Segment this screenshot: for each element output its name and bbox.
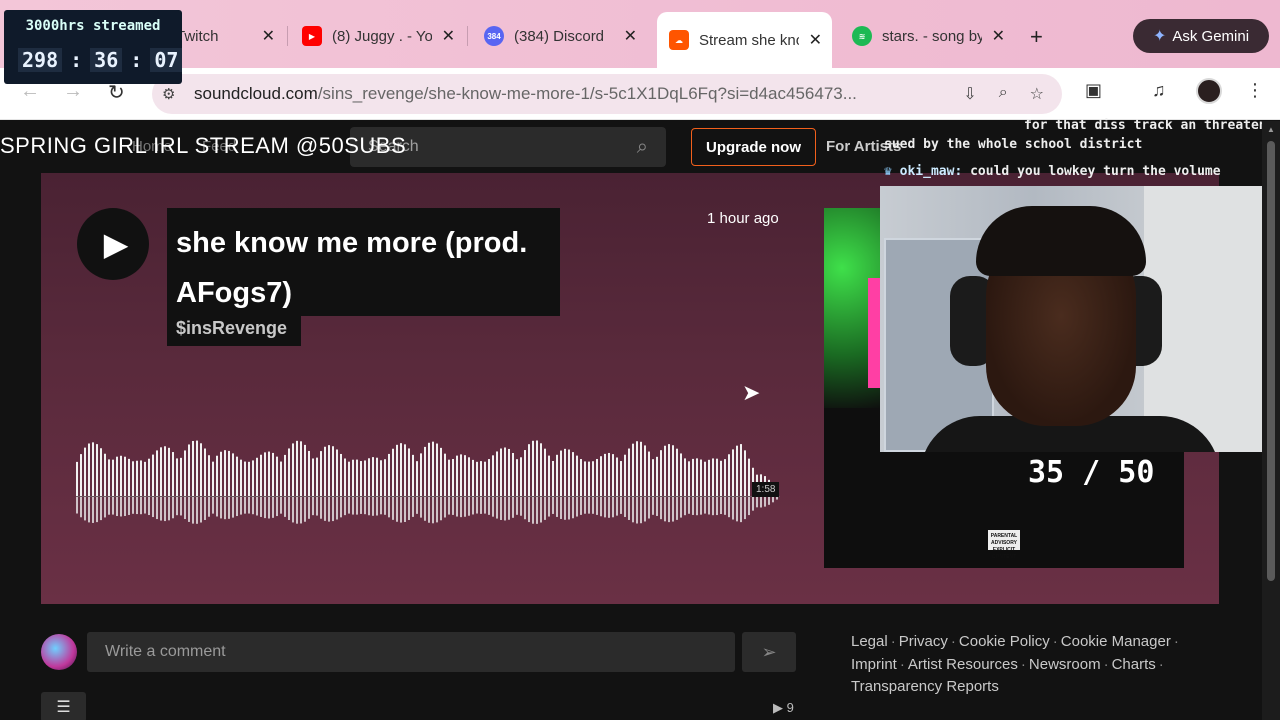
tab-soundcloud[interactable]: ☁ Stream she know me more ✕ [657, 12, 832, 68]
stream-timer-overlay: 3000hrs streamed 298 : 36 : 07 [4, 10, 183, 84]
footer-link-newsroom[interactable]: Newsroom [1029, 656, 1101, 673]
send-comment-button[interactable]: ➢ [742, 632, 796, 672]
more-menu-icon[interactable]: ⋮ [1246, 80, 1264, 101]
new-tab-button[interactable]: + [1030, 24, 1043, 50]
upgrade-button[interactable]: Upgrade now [691, 128, 816, 166]
youtube-icon: ▶ [302, 26, 322, 46]
webcam-feed [880, 186, 1264, 452]
scroll-up-icon[interactable]: ▲ [1267, 125, 1275, 134]
gemini-sparkle-icon: ✦ [1152, 28, 1167, 45]
media-controls-icon[interactable]: ♫ [1152, 80, 1166, 101]
waveform[interactable] [76, 420, 780, 532]
browser-toolbar: ← → ↻ ⚙ soundcloud.com /sins_revenge/she… [0, 68, 1280, 120]
url-host: soundcloud.com [194, 84, 318, 103]
user-avatar [41, 634, 77, 670]
chat-badge-icon: ♛ [884, 164, 892, 179]
close-icon[interactable]: ✕ [624, 26, 637, 46]
chat-message: for that diss track an threaten [1024, 118, 1267, 133]
tab-discord[interactable]: 384 (384) Discord ✕ [472, 14, 647, 58]
timer-seconds: 07 [150, 48, 183, 72]
queue-icon: ☰ [56, 699, 71, 716]
tab-spotify[interactable]: ≋ stars. - song by ✕ [840, 14, 1015, 58]
artist-link[interactable]: $insRevenge [176, 318, 287, 339]
mouse-cursor-icon: ➤ [742, 380, 761, 405]
timer-minutes: 36 [90, 48, 123, 72]
posted-time: 1 hour ago [707, 210, 779, 227]
soundcloud-icon: ☁ [669, 30, 689, 50]
queue-button[interactable]: ☰ [41, 692, 86, 720]
gemini-label: Ask Gemini [1172, 27, 1250, 45]
sub-goal-counter: 35 / 50 [1028, 455, 1155, 490]
footer-link-imprint[interactable]: Imprint [851, 656, 897, 673]
footer-link-transparency[interactable]: Transparency Reports [851, 678, 999, 695]
footer-links: Legal · Privacy · Cookie Policy · Cookie Manag… [851, 633, 1179, 695]
bookmark-star-icon[interactable]: ☆ [1030, 84, 1044, 104]
chat-text: for that diss track an threaten [1024, 118, 1267, 133]
scroll-thumb[interactable] [1267, 141, 1275, 581]
chat-text: sued by the whole school district [884, 137, 1143, 152]
tab-title: (8) Juggy . - YouTube [332, 27, 432, 45]
close-icon[interactable]: ✕ [262, 26, 275, 46]
tab-search-icon[interactable]: ▣ [1085, 80, 1102, 101]
profile-avatar[interactable] [1196, 78, 1222, 104]
footer-link-cookie-manager[interactable]: Cookie Manager [1061, 633, 1171, 650]
close-icon[interactable]: ✕ [992, 26, 1005, 46]
play-button[interactable]: ▶ [77, 208, 149, 280]
install-icon[interactable]: ⇩ [963, 84, 976, 104]
send-icon: ➢ [761, 641, 777, 662]
chat-message: ♛ oki_maw: could you lowkey turn the vol… [884, 164, 1221, 179]
timer-label: 3000hrs streamed [25, 18, 161, 34]
site-info-icon[interactable]: ⚙ [162, 85, 194, 103]
close-icon[interactable]: ✕ [442, 26, 455, 46]
footer-link-cookie-policy[interactable]: Cookie Policy [959, 633, 1050, 650]
close-icon[interactable]: ✕ [809, 30, 822, 50]
page-scrollbar[interactable]: ▲ [1262, 121, 1280, 720]
address-bar[interactable]: ⚙ soundcloud.com /sins_revenge/she-know-… [152, 74, 1062, 114]
stream-title-overlay: SPRING GIRL IRL STREAM @50SUBS [0, 133, 407, 158]
tab-title: stars. - song by [882, 27, 982, 45]
tab-title: Stream she know me more [699, 31, 799, 49]
play-count-value: 9 [786, 700, 794, 715]
chat-overlay: for that diss track an threaten sued by … [880, 116, 1267, 190]
footer-link-charts[interactable]: Charts [1112, 656, 1156, 673]
chat-user: oki_maw: [899, 164, 963, 179]
search-icon[interactable]: ⌕ [637, 136, 648, 159]
timer-hours: 298 [18, 48, 63, 72]
chat-text: could you lowkey turn the volume [970, 164, 1221, 179]
ask-gemini-button[interactable]: ✦ Ask Gemini [1133, 19, 1269, 53]
comment-placeholder: Write a comment [105, 643, 226, 660]
discord-icon: 384 [484, 26, 504, 46]
tab-youtube[interactable]: ▶ (8) Juggy . - YouTube ✕ [290, 14, 465, 58]
footer-link-artist-resources[interactable]: Artist Resources [908, 656, 1018, 673]
footer-link-privacy[interactable]: Privacy [899, 633, 948, 650]
track-duration: 1:58 [752, 482, 780, 497]
footer-link-legal[interactable]: Legal [851, 633, 888, 650]
tab-title: Twitch [176, 27, 219, 45]
play-count-icon: ▶ [773, 700, 783, 715]
play-count: ▶ 9 [773, 700, 794, 716]
tab-title: (384) Discord [514, 27, 605, 45]
parental-advisory-label: PARENTAL ADVISORY EXPLICIT CONTENT [988, 530, 1020, 560]
chat-message: sued by the whole school district [884, 137, 1142, 152]
zoom-icon[interactable]: ⌕ [999, 84, 1008, 104]
comment-input[interactable]: Write a comment [87, 632, 735, 672]
spotify-icon: ≋ [852, 26, 872, 46]
play-icon: ▶ [103, 226, 129, 262]
track-title: she know me more (prod. AFogs7) [176, 227, 528, 309]
timer-digits: 298 : 36 : 07 [18, 48, 183, 72]
url-path: /sins_revenge/she-know-me-more-1/s-5c1X1… [317, 84, 857, 103]
browser-tab-strip: Twitch ✕ ▶ (8) Juggy . - YouTube ✕ 384 (… [0, 0, 1280, 68]
